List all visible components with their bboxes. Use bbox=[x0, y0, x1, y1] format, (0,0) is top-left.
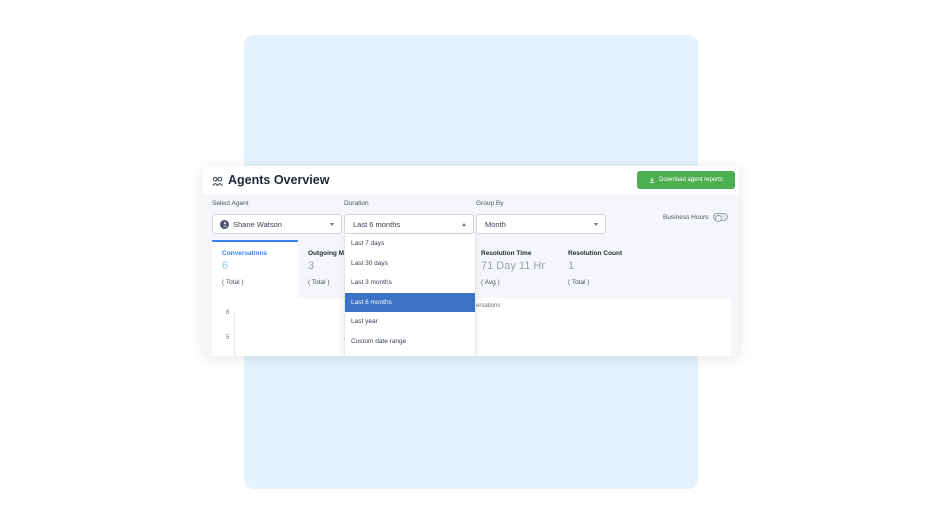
y-tick-label: 6 bbox=[226, 310, 230, 316]
duration-option-label: Last 6 months bbox=[351, 298, 392, 306]
chevron-down-icon bbox=[330, 223, 334, 226]
duration-option[interactable]: Last 7 days bbox=[345, 234, 475, 253]
business-hours-toggle[interactable] bbox=[713, 213, 728, 222]
user-icon bbox=[222, 222, 227, 227]
agent-select[interactable]: Shane Watson bbox=[212, 214, 342, 234]
agents-icon bbox=[212, 176, 223, 186]
select-agent-label: Select Agent bbox=[212, 200, 249, 207]
metric-resolution-count[interactable]: Resolution Count 1 ( Total ) bbox=[564, 240, 644, 298]
metric-sub: ( Total ) bbox=[222, 279, 244, 286]
duration-option-label: Last 3 months bbox=[351, 279, 392, 286]
metric-sub: ( Total ) bbox=[568, 279, 590, 286]
duration-option[interactable]: Last 3 months bbox=[345, 273, 475, 292]
metric-sub: ( Total ) bbox=[308, 279, 330, 286]
chart-y-axis bbox=[234, 312, 235, 356]
metric-title: Conversations bbox=[222, 250, 268, 257]
page-title: Agents Overview bbox=[228, 173, 330, 187]
toggle-knob bbox=[715, 215, 722, 222]
metric-title: Resolution Count bbox=[568, 250, 623, 257]
chevron-down-icon bbox=[594, 223, 598, 226]
card-header: Agents Overview Download agent reports bbox=[203, 166, 739, 194]
metric-title: Resolution Time bbox=[481, 250, 532, 257]
chart-caption: versations bbox=[473, 303, 501, 309]
metric-value: 1 bbox=[568, 260, 575, 272]
duration-select[interactable]: Last 6 months bbox=[344, 214, 474, 234]
duration-option-selected[interactable]: Last 6 months bbox=[345, 292, 475, 312]
metric-outgoing-messages[interactable]: Outgoing M 3 ( Total ) bbox=[298, 240, 348, 298]
metric-value: 71 Day 11 Hr bbox=[481, 260, 545, 272]
duration-option-label: Last 7 days bbox=[351, 240, 385, 247]
download-icon bbox=[649, 177, 655, 183]
metric-sub: ( Avg ) bbox=[481, 279, 500, 286]
download-agent-reports-button[interactable]: Download agent reports bbox=[637, 171, 735, 189]
chevron-up-icon bbox=[462, 223, 466, 226]
duration-option[interactable]: Last 30 days bbox=[345, 254, 475, 273]
group-by-label: Group By bbox=[476, 200, 504, 207]
active-tab-indicator bbox=[212, 240, 298, 242]
metric-title: Outgoing M bbox=[308, 250, 345, 257]
card-body: Select Agent Shane Watson Duration Last … bbox=[203, 194, 739, 356]
agents-overview-card: Agents Overview Download agent reports S… bbox=[203, 166, 739, 356]
y-tick-label: 5 bbox=[226, 335, 230, 341]
duration-dropdown-menu: Last 7 days Last 30 days Last 3 months L… bbox=[344, 234, 476, 356]
metric-value: 6 bbox=[222, 260, 229, 272]
avatar bbox=[220, 219, 229, 229]
duration-select-value: Last 6 months bbox=[353, 219, 401, 229]
duration-option[interactable]: Custom date range bbox=[345, 332, 475, 351]
group-by-select[interactable]: Month bbox=[476, 214, 606, 234]
duration-option-label: Last 30 days bbox=[351, 259, 388, 267]
duration-option-label: Custom date range bbox=[351, 337, 407, 345]
duration-label: Duration bbox=[344, 200, 369, 207]
download-button-label: Download agent reports bbox=[659, 177, 723, 183]
business-hours-label: Business Hours bbox=[663, 214, 709, 221]
agent-select-value: Shane Watson bbox=[233, 219, 282, 229]
duration-option-label: Last year bbox=[351, 318, 378, 325]
metric-conversations[interactable]: Conversations 6 ( Total ) bbox=[212, 240, 298, 298]
metric-resolution-time[interactable]: Resolution Time 71 Day 11 Hr ( Avg ) bbox=[477, 240, 562, 298]
duration-option[interactable]: Last year bbox=[345, 312, 475, 331]
metric-value: 3 bbox=[308, 260, 315, 272]
group-by-select-value: Month bbox=[485, 219, 506, 229]
